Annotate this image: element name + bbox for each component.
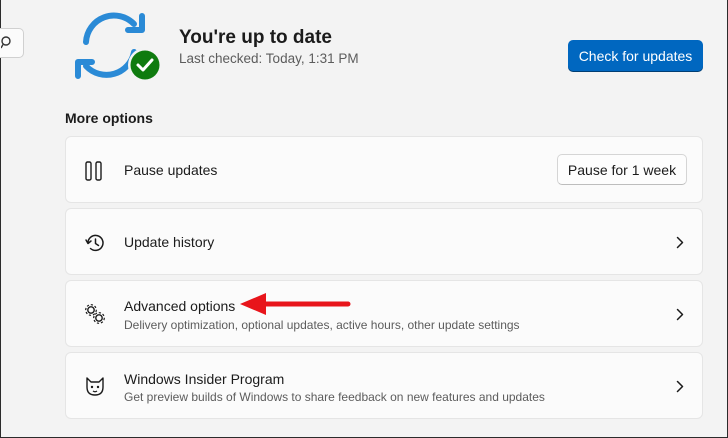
search-icon: [1, 36, 11, 49]
windows-insider-description: Get preview builds of Windows to share f…: [124, 390, 545, 404]
update-history-label: Update history: [124, 234, 215, 250]
pause-icon: [85, 161, 102, 181]
pause-for-1-week-button[interactable]: Pause for 1 week: [557, 154, 687, 185]
pause-updates-card: Pause updates Pause for 1 week: [65, 136, 703, 203]
chevron-right-icon: [676, 308, 684, 321]
more-options-heading: More options: [65, 110, 153, 126]
pause-updates-label: Pause updates: [124, 162, 218, 178]
search-box[interactable]: [0, 28, 24, 58]
windows-insider-label: Windows Insider Program: [124, 371, 285, 387]
last-checked-text: Last checked: Today, 1:31 PM: [179, 51, 359, 66]
windows-insider-card[interactable]: Windows Insider Program Get preview buil…: [65, 352, 703, 419]
advanced-options-description: Delivery optimization, optional updates,…: [124, 318, 520, 332]
sync-status-icon: [75, 12, 162, 82]
advanced-options-label: Advanced options: [124, 298, 236, 314]
chevron-right-icon: [676, 380, 684, 393]
gears-icon: [85, 304, 105, 324]
advanced-options-card[interactable]: Advanced options Delivery optimization, …: [65, 280, 703, 347]
update-history-card[interactable]: Update history: [65, 208, 703, 275]
insider-cat-icon: [86, 377, 104, 396]
annotation-arrow: [240, 293, 351, 315]
history-icon: [85, 234, 104, 252]
chevron-right-icon: [676, 236, 684, 249]
update-status-title: You're up to date: [179, 27, 333, 48]
check-for-updates-button[interactable]: Check for updates: [568, 40, 703, 71]
